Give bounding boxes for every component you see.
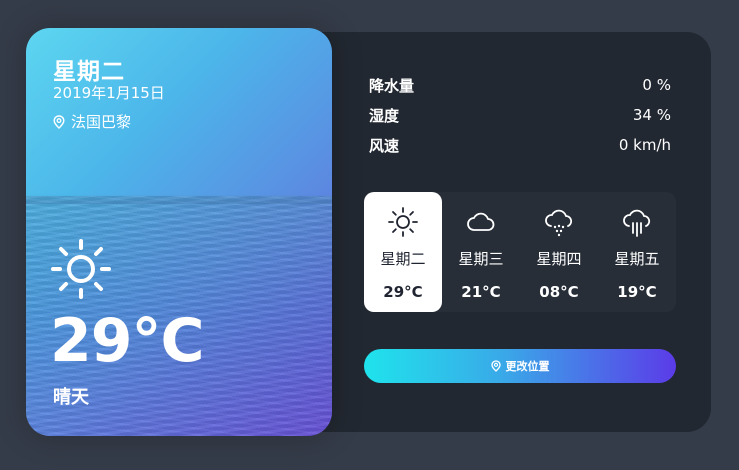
forecast-day-wednesday[interactable]: 星期三 21°C bbox=[442, 192, 520, 312]
current-weather-card: 星期二 2019年1月15日 法国巴黎 29°C 晴天 bbox=[26, 28, 332, 436]
forecast-day-thursday[interactable]: 星期四 08°C bbox=[520, 192, 598, 312]
forecast-day-friday[interactable]: 星期五 19°C bbox=[598, 192, 676, 312]
weather-app: 星期二 2019年1月15日 法国巴黎 29°C 晴天 降水量 0 % 湿度 3… bbox=[25, 28, 711, 436]
forecast-list: 星期二 29°C 星期三 21°C 星期四 08°C 星期五 19°C bbox=[364, 192, 676, 312]
sun-icon bbox=[51, 239, 111, 299]
current-temperature: 29°C bbox=[50, 306, 205, 376]
forecast-day-label: 星期四 bbox=[536, 250, 582, 268]
current-date: 2019年1月15日 bbox=[53, 84, 165, 102]
stat-value: 0 km/h bbox=[618, 136, 671, 154]
current-location: 法国巴黎 bbox=[53, 111, 131, 132]
forecast-day-label: 星期二 bbox=[380, 250, 426, 268]
map-pin-icon bbox=[490, 360, 501, 372]
stat-wind: 风速 0 km/h bbox=[369, 130, 671, 160]
current-condition: 晴天 bbox=[53, 387, 89, 408]
stat-humidity: 湿度 34 % bbox=[369, 100, 671, 130]
forecast-day-label: 星期三 bbox=[458, 250, 504, 268]
change-location-label: 更改位置 bbox=[505, 360, 550, 373]
forecast-temp: 19°C bbox=[617, 283, 657, 301]
forecast-day-label: 星期五 bbox=[614, 250, 660, 268]
stat-value: 34 % bbox=[632, 106, 671, 124]
stat-label: 降水量 bbox=[369, 76, 415, 95]
stat-value: 0 % bbox=[642, 76, 671, 94]
stats-list: 降水量 0 % 湿度 34 % 风速 0 km/h bbox=[369, 70, 671, 160]
change-location-button[interactable]: 更改位置 bbox=[364, 349, 676, 383]
forecast-temp: 29°C bbox=[383, 283, 423, 301]
stat-label: 湿度 bbox=[369, 106, 400, 125]
background-horizon bbox=[26, 194, 332, 204]
snow-cloud-icon bbox=[545, 209, 573, 237]
forecast-temp: 21°C bbox=[461, 283, 501, 301]
stat-label: 风速 bbox=[369, 136, 400, 155]
sun-icon bbox=[388, 207, 418, 237]
forecast-day-tuesday[interactable]: 星期二 29°C bbox=[364, 192, 442, 312]
cloud-icon bbox=[467, 212, 495, 231]
stat-precipitation: 降水量 0 % bbox=[369, 70, 671, 100]
forecast-temp: 08°C bbox=[539, 283, 579, 301]
map-pin-icon bbox=[53, 114, 65, 129]
current-day: 星期二 bbox=[53, 59, 125, 85]
location-label: 法国巴黎 bbox=[71, 113, 132, 131]
rain-cloud-icon bbox=[623, 209, 651, 237]
